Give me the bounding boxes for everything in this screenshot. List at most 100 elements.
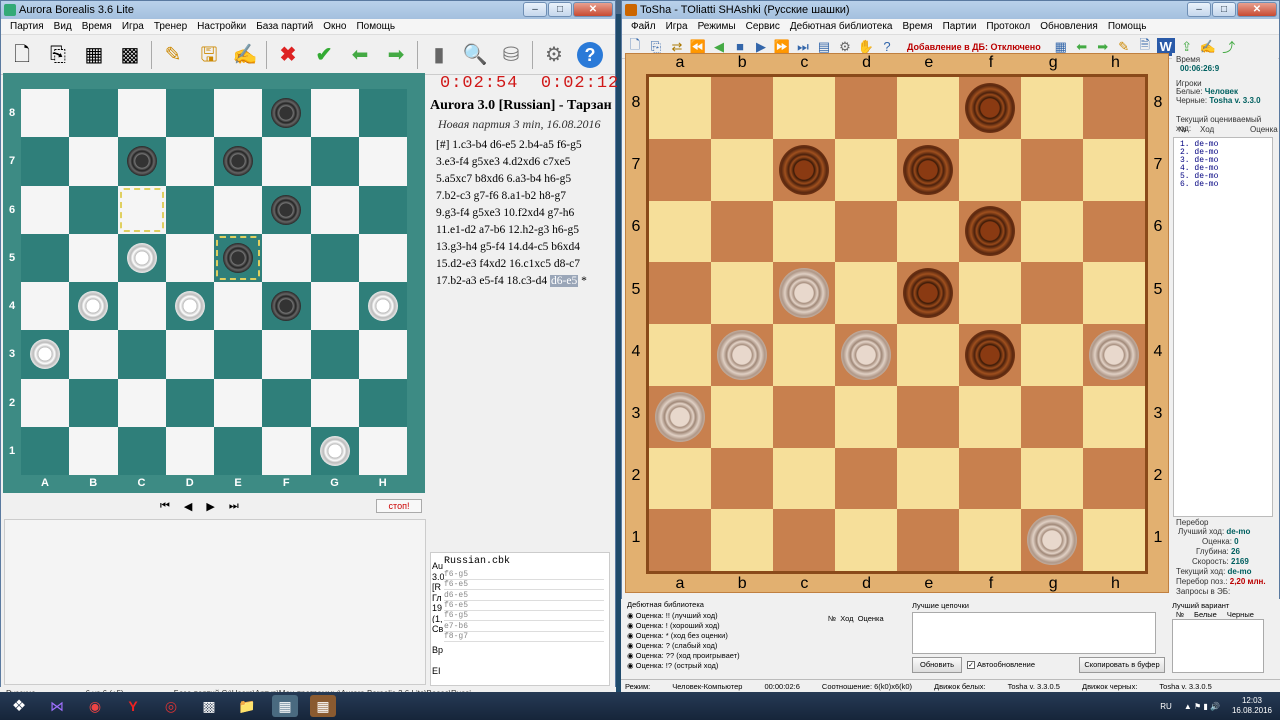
board-square[interactable]: [711, 262, 773, 324]
move-line[interactable]: 7.b2-c3 g7-f6 8.a1-b2 h8-g7: [436, 188, 612, 205]
board-square[interactable]: [959, 509, 1021, 571]
board-square[interactable]: [358, 426, 407, 475]
board-square[interactable]: [711, 138, 773, 201]
white-piece[interactable]: [655, 391, 705, 442]
board-square[interactable]: [649, 200, 711, 263]
tosha-minimize-button[interactable]: –: [1187, 2, 1211, 17]
board-square[interactable]: [1021, 385, 1083, 448]
board-square[interactable]: [1021, 200, 1083, 263]
board-square[interactable]: [649, 138, 711, 201]
menu-item[interactable]: Время: [77, 19, 117, 34]
board-square[interactable]: [262, 330, 311, 379]
board-square[interactable]: [165, 137, 214, 186]
board-square[interactable]: [214, 282, 263, 331]
board-square[interactable]: [897, 509, 959, 571]
white-piece[interactable]: [78, 291, 109, 322]
debut-option[interactable]: ◉ Оценка: ? (слабый ход): [627, 641, 909, 651]
debut-option[interactable]: ◉ Оценка: * (ход без оценки): [627, 631, 909, 641]
move-line[interactable]: 11.e1-d2 a7-b6 12.h2-g3 h6-g5: [436, 222, 612, 239]
board-square[interactable]: [1083, 262, 1145, 324]
new-document-icon[interactable]: 🗋: [7, 40, 37, 70]
board-square[interactable]: [214, 89, 263, 138]
black-piece[interactable]: [271, 194, 302, 225]
board-square[interactable]: [773, 262, 835, 324]
board-square[interactable]: [835, 509, 897, 571]
chrome-icon[interactable]: ◉: [82, 695, 108, 717]
board-square[interactable]: [21, 137, 70, 186]
radio-icon[interactable]: ◉: [627, 611, 636, 620]
menu-item[interactable]: Тренер: [149, 19, 192, 34]
board-square[interactable]: [773, 385, 835, 448]
autoupdate-checkbox[interactable]: ✓ Автообновление: [967, 660, 1035, 669]
board-square[interactable]: [214, 378, 263, 427]
comments-panel[interactable]: [4, 519, 426, 685]
board-square[interactable]: [310, 185, 359, 234]
board-setup-icon[interactable]: ▩: [115, 40, 145, 70]
white-piece[interactable]: [30, 339, 61, 370]
tosha-task-icon[interactable]: ▦: [310, 695, 336, 717]
board-square[interactable]: [358, 330, 407, 379]
checkers-app-icon[interactable]: ▩: [196, 695, 222, 717]
chains-list[interactable]: [912, 612, 1156, 654]
eval-line[interactable]: 6. de-mo: [1180, 181, 1272, 189]
board-square[interactable]: [358, 137, 407, 186]
board-square[interactable]: [835, 138, 897, 201]
board-square[interactable]: [21, 282, 70, 331]
board-square[interactable]: [773, 200, 835, 263]
board-square[interactable]: [69, 89, 118, 138]
board-document-icon[interactable]: ▦: [79, 40, 109, 70]
board-square[interactable]: [959, 77, 1021, 139]
aurora-titlebar[interactable]: Aurora Borealis 3.6 Lite – □ ✕: [1, 1, 615, 19]
board-square[interactable]: [310, 426, 359, 475]
board-square[interactable]: [69, 233, 118, 282]
board-square[interactable]: [1083, 447, 1145, 510]
opera-icon[interactable]: ◎: [158, 695, 184, 717]
board-square[interactable]: [773, 509, 835, 571]
board-square[interactable]: [773, 138, 835, 201]
tosha-close-button[interactable]: ✕: [1237, 2, 1277, 17]
stop-button[interactable]: стоп!: [376, 499, 422, 513]
search-icon[interactable]: 🔍: [460, 40, 490, 70]
tray-icons[interactable]: ▲ ⚑ ▮ 🔊: [1184, 702, 1220, 711]
board-square[interactable]: [835, 200, 897, 263]
black-piece[interactable]: [965, 206, 1015, 257]
move-list[interactable]: [#] 1.c3-b4 d6-e5 2.b4-a5 f6-g5 3.e3-f4 g…: [436, 137, 612, 290]
board-square[interactable]: [262, 185, 311, 234]
board-square[interactable]: [21, 330, 70, 379]
board-square[interactable]: [310, 89, 359, 138]
menu-item[interactable]: Партии: [938, 19, 982, 34]
start-button[interactable]: ❖: [6, 695, 32, 717]
menu-item[interactable]: Настройки: [192, 19, 251, 34]
menu-item[interactable]: Окно: [318, 19, 351, 34]
board-square[interactable]: [117, 89, 166, 138]
tosha-titlebar[interactable]: ToSha - TOliatti SHAshki (Русские шашки)…: [622, 1, 1279, 19]
board-square[interactable]: [835, 447, 897, 510]
menu-item[interactable]: Протокол: [981, 19, 1035, 34]
board-square[interactable]: [310, 233, 359, 282]
board-square[interactable]: [711, 77, 773, 139]
board-square[interactable]: [358, 185, 407, 234]
edit-save-icon[interactable]: ✍: [230, 40, 260, 70]
board-square[interactable]: [214, 233, 263, 282]
menu-item[interactable]: Игра: [661, 19, 693, 34]
tray-clock[interactable]: 12:03 16.08.2016: [1232, 696, 1272, 716]
board-square[interactable]: [1083, 138, 1145, 201]
board-square[interactable]: [69, 330, 118, 379]
board-square[interactable]: [959, 262, 1021, 324]
board-square[interactable]: [214, 330, 263, 379]
board-square[interactable]: [21, 378, 70, 427]
cancel-x-icon[interactable]: ✖: [273, 40, 303, 70]
menu-item[interactable]: Игра: [117, 19, 149, 34]
board-square[interactable]: [649, 324, 711, 386]
board-square[interactable]: [711, 447, 773, 510]
board-square[interactable]: [711, 509, 773, 571]
db-row[interactable]: e7-b6: [444, 622, 604, 632]
move-line[interactable]: 17.b2-a3 e5-f4 18.c3-d4 d6-e5 *: [436, 273, 612, 290]
board-square[interactable]: [310, 378, 359, 427]
board-square[interactable]: [1083, 324, 1145, 386]
document-gray-icon[interactable]: ▮: [424, 40, 454, 70]
debut-option[interactable]: ◉ Оценка: !? (острый ход): [627, 661, 909, 671]
black-piece[interactable]: [271, 98, 302, 129]
board-square[interactable]: [835, 262, 897, 324]
board-square[interactable]: [897, 324, 959, 386]
